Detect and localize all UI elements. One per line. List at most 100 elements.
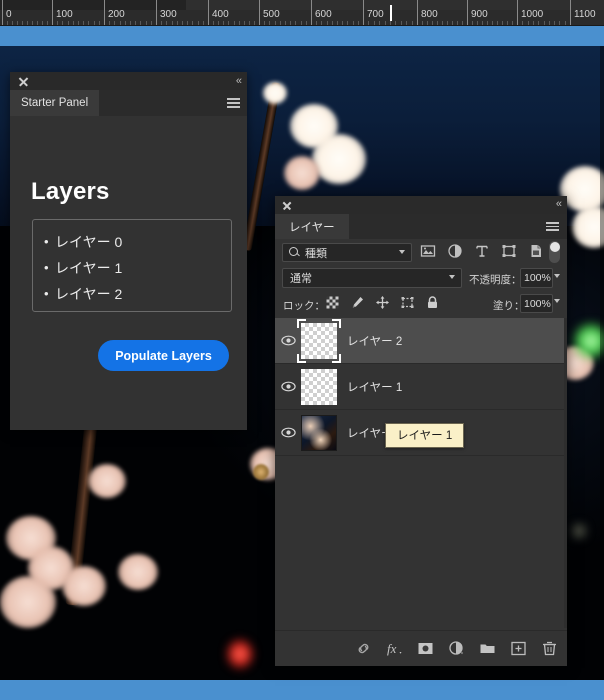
layer-thumbnail[interactable] bbox=[301, 414, 337, 451]
hamburger-menu-icon[interactable] bbox=[546, 222, 559, 231]
horizontal-ruler[interactable]: 0 100 200 300 400 500 600 700 800 900 1000 1100 bbox=[0, 0, 604, 26]
layer-visibility-eye-icon[interactable] bbox=[275, 381, 301, 392]
canvas-guide-bottom bbox=[0, 680, 604, 700]
photo-blossom bbox=[88, 464, 126, 498]
canvas-edge-shadow bbox=[600, 46, 604, 680]
photo-blossom bbox=[284, 156, 320, 190]
layer-visibility-eye-icon[interactable] bbox=[275, 427, 301, 438]
layer-thumbnail-image bbox=[301, 414, 337, 451]
lock-transparent-pixels-icon[interactable] bbox=[325, 295, 340, 310]
layer-thumbnail[interactable] bbox=[301, 368, 337, 405]
lock-artboard-nesting-icon[interactable] bbox=[400, 295, 415, 310]
photo-bokeh-warm bbox=[253, 464, 269, 480]
layer-style-fx-icon[interactable]: fx bbox=[386, 640, 403, 657]
starter-panel[interactable]: « Starter Panel Layers レイヤー 0レイヤー 1レイヤー … bbox=[10, 72, 247, 430]
layer-filter-icons bbox=[420, 243, 544, 259]
layer-list[interactable]: レイヤー 2 レイヤー 1 レイヤー 0 bbox=[275, 318, 567, 628]
populate-layers-button[interactable]: Populate Layers bbox=[98, 340, 229, 371]
smart-object-filter-icon[interactable] bbox=[528, 243, 544, 259]
layers-panel-titlebar: « bbox=[275, 196, 567, 214]
ruler-label: 500 bbox=[263, 9, 280, 20]
chevron-down-icon bbox=[399, 250, 406, 254]
ruler-segment-left bbox=[0, 0, 186, 10]
chevron-down-icon bbox=[449, 275, 456, 279]
hamburger-menu-icon[interactable] bbox=[227, 98, 240, 108]
list-item: レイヤー 1 bbox=[33, 257, 231, 283]
type-layer-filter-icon[interactable] bbox=[474, 243, 490, 259]
double-chevron-left-icon[interactable]: « bbox=[556, 198, 562, 211]
layer-kind-filter-select[interactable]: 種類 bbox=[282, 243, 412, 262]
lock-label: ロック： bbox=[283, 300, 325, 312]
ruler-label: 200 bbox=[108, 9, 125, 20]
layer-thumbnail[interactable] bbox=[297, 318, 341, 363]
starter-panel-titlebar: « bbox=[10, 72, 247, 90]
ruler-label: 100 bbox=[56, 9, 73, 20]
canvas-guide-top bbox=[0, 26, 604, 46]
ruler-label: 700 bbox=[367, 9, 384, 20]
shape-layer-filter-icon[interactable] bbox=[501, 243, 517, 259]
photo-blossom bbox=[118, 554, 158, 590]
starter-panel-tab-label: Starter Panel bbox=[21, 97, 89, 109]
ruler-tick-major bbox=[2, 0, 3, 25]
photo-blossom bbox=[62, 566, 106, 606]
ruler-tick-major bbox=[363, 0, 364, 25]
layer-thumbnail-transparent bbox=[301, 368, 337, 405]
ruler-label: 300 bbox=[160, 9, 177, 20]
adjustment-layer-filter-icon[interactable] bbox=[447, 243, 463, 259]
photo-bokeh-red bbox=[228, 640, 252, 668]
new-adjustment-layer-icon[interactable] bbox=[448, 640, 465, 657]
blend-mode-value: 通常 bbox=[290, 273, 312, 285]
layer-visibility-eye-icon[interactable] bbox=[275, 335, 301, 346]
layer-blend-row: 通常 不透明度： 100% bbox=[275, 266, 567, 291]
delete-layer-icon[interactable] bbox=[541, 640, 558, 657]
chevron-down-icon[interactable] bbox=[554, 274, 561, 278]
layer-name-tooltip: レイヤー 1 bbox=[385, 423, 465, 448]
layer-lock-row: ロック： 塗り： 100% bbox=[275, 291, 567, 317]
layers-tab-label: レイヤー bbox=[289, 221, 335, 234]
layer-row[interactable]: レイヤー 1 bbox=[275, 364, 567, 410]
filter-enable-toggle[interactable] bbox=[549, 241, 560, 263]
ruler-tick-major bbox=[311, 0, 312, 25]
new-group-icon[interactable] bbox=[479, 640, 496, 657]
ruler-tick-major bbox=[517, 0, 518, 25]
opacity-input[interactable]: 100% bbox=[520, 268, 553, 288]
layer-row[interactable]: レイヤー 2 bbox=[275, 318, 567, 364]
tab-layers[interactable]: レイヤー bbox=[275, 214, 349, 239]
app-window: 0 100 200 300 400 500 600 700 800 900 1000 1100 bbox=[0, 0, 604, 700]
fill-input[interactable]: 100% bbox=[520, 294, 553, 313]
ruler-cursor-marker bbox=[390, 5, 392, 21]
ruler-tick-major bbox=[104, 0, 105, 25]
ruler-tick-major bbox=[156, 0, 157, 25]
photo-blossom bbox=[0, 576, 56, 628]
search-icon bbox=[288, 246, 301, 259]
chevron-down-icon[interactable] bbox=[554, 299, 561, 303]
layer-list-scroll-edge[interactable] bbox=[564, 318, 567, 628]
starter-panel-body: Layers レイヤー 0レイヤー 1レイヤー 2 Populate Layer… bbox=[10, 116, 247, 430]
double-chevron-left-icon[interactable]: « bbox=[236, 75, 242, 87]
new-layer-icon[interactable] bbox=[510, 640, 527, 657]
blend-mode-select[interactable]: 通常 bbox=[282, 268, 462, 288]
ruler-tick-major bbox=[259, 0, 260, 25]
layer-name-label: レイヤー 1 bbox=[347, 381, 403, 394]
link-layers-icon[interactable] bbox=[355, 640, 372, 657]
lock-all-icon[interactable] bbox=[425, 295, 440, 310]
tab-starter-panel[interactable]: Starter Panel bbox=[10, 90, 100, 116]
photo-bokeh-small bbox=[572, 524, 586, 538]
ruler-label: 400 bbox=[212, 9, 229, 20]
ruler-tick-major bbox=[570, 0, 571, 25]
starter-panel-tabbar: Starter Panel bbox=[10, 90, 247, 116]
lock-image-pixels-icon[interactable] bbox=[350, 295, 365, 310]
add-layer-mask-icon[interactable] bbox=[417, 640, 434, 657]
page-title: Layers bbox=[31, 178, 110, 205]
layers-panel-tabbar: レイヤー bbox=[275, 214, 567, 239]
close-icon[interactable] bbox=[282, 200, 292, 210]
close-icon[interactable] bbox=[18, 76, 29, 87]
layer-name-label: レイヤー 2 bbox=[347, 335, 403, 348]
ruler-label: 1000 bbox=[521, 9, 544, 20]
ruler-tick-major bbox=[208, 0, 209, 25]
pixel-layer-filter-icon[interactable] bbox=[420, 243, 436, 259]
list-item: レイヤー 2 bbox=[33, 283, 231, 309]
layer-thumbnail-transparent bbox=[301, 322, 337, 359]
lock-position-icon[interactable] bbox=[375, 295, 390, 310]
starter-panel-layer-listbox: レイヤー 0レイヤー 1レイヤー 2 bbox=[32, 219, 232, 312]
